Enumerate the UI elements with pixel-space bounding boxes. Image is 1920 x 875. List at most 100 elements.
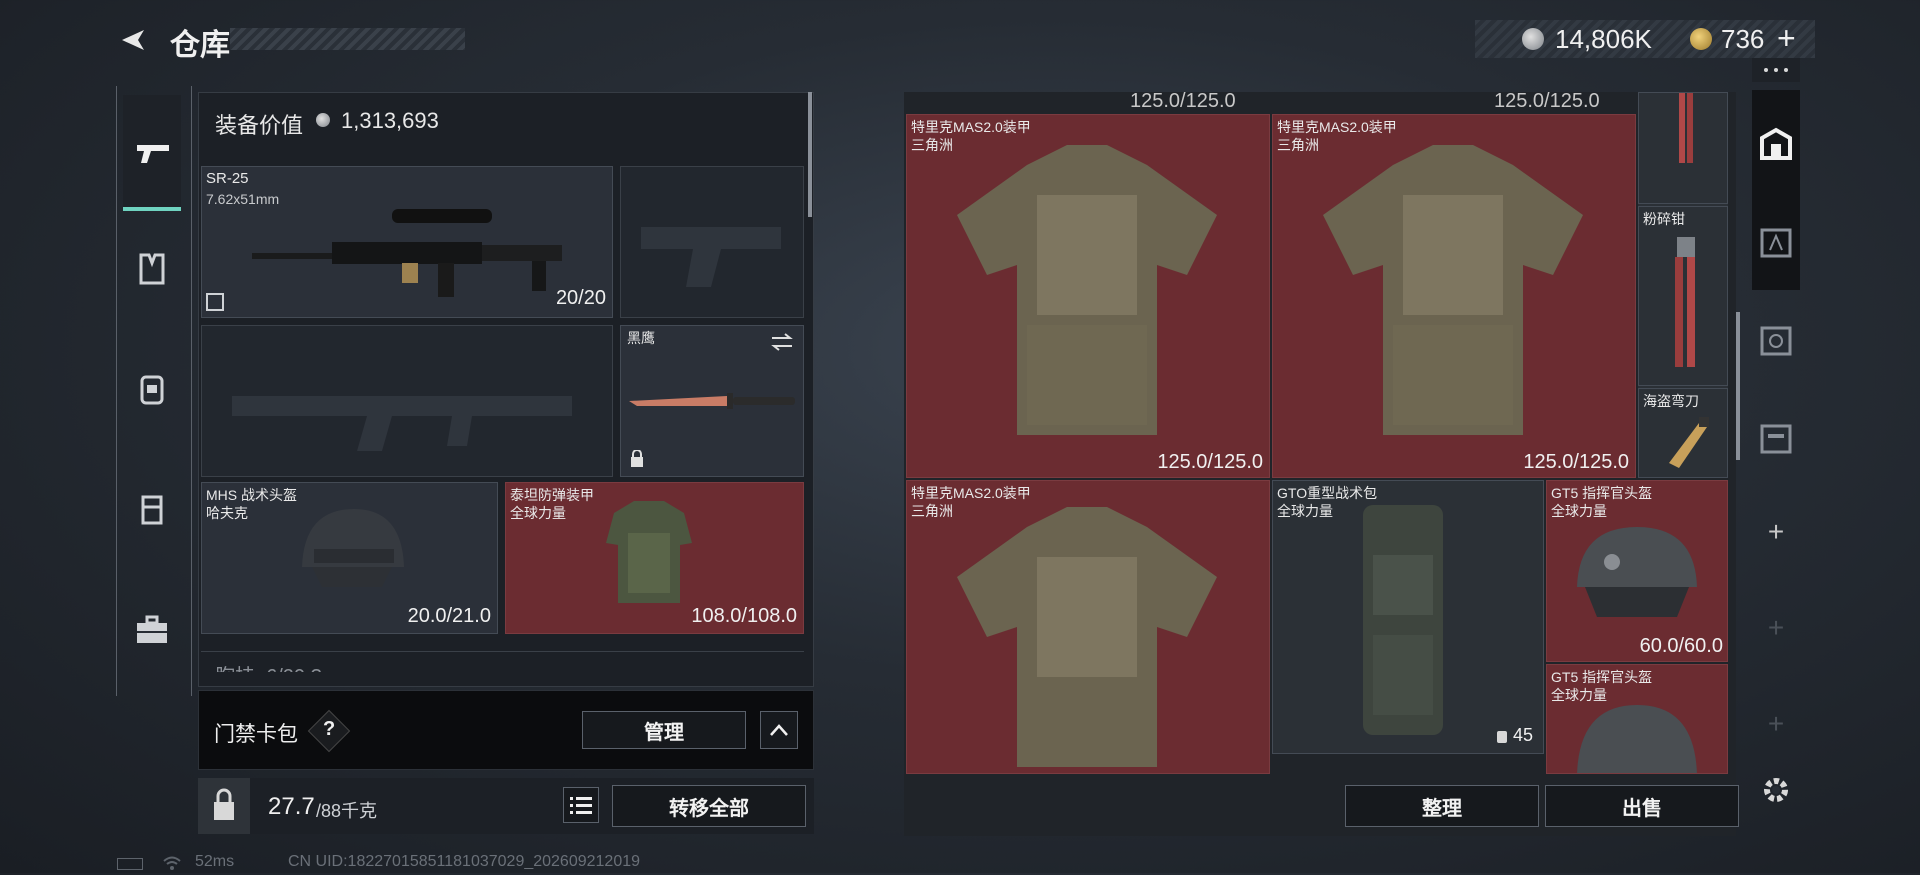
item-name: 海盗弯刀: [1643, 393, 1699, 409]
stash-item-armor-3[interactable]: 特里克MAS2.0装甲 三角洲: [906, 480, 1270, 774]
keycard-label: 门禁卡包: [214, 723, 298, 746]
stash-item-helmet-1[interactable]: GT5 指挥官头盔 全球力量 60.0/60.0: [1546, 480, 1728, 662]
chevron-up-icon: [770, 724, 788, 736]
vest-icon: [139, 253, 165, 285]
pistol-silhouette-icon: [641, 227, 781, 287]
item-brand: 全球力量: [1277, 503, 1333, 519]
back-button[interactable]: [112, 20, 152, 60]
chest-rig-row[interactable]: 胸挂: 6/20 ?: [201, 651, 804, 672]
armor-slot[interactable]: 泰坦防弹装甲 全球力量 108.0/108.0: [505, 482, 804, 634]
backpack-icon: [140, 375, 164, 405]
wifi-icon: [162, 856, 182, 870]
sell-button[interactable]: 出售: [1545, 785, 1739, 827]
storage-1-icon: [1760, 228, 1792, 258]
stash-item-armor-2[interactable]: 特里克MAS2.0装甲 三角洲 125.0/125.0: [1272, 114, 1636, 478]
stash-item-backpack[interactable]: GTO重型战术包 全球力量 45: [1272, 480, 1544, 754]
storage-tab-3[interactable]: [1752, 408, 1800, 468]
item-count: 45: [1513, 725, 1534, 745]
storage-icon: [1760, 127, 1792, 160]
weight-small-icon: [1497, 731, 1507, 743]
backpack-icon: [1363, 505, 1443, 735]
more-dots-icon: [1764, 68, 1788, 72]
lock-icon: [629, 449, 645, 467]
page-title: 仓库: [170, 29, 230, 62]
weapon-name: SR-25: [206, 170, 249, 187]
coin-icon: [1522, 28, 1544, 50]
transfer-all-button[interactable]: 转移全部: [612, 785, 806, 827]
armor-name: 泰坦防弹装甲: [510, 487, 594, 503]
tab-vest[interactable]: [123, 245, 181, 295]
add-currency-button[interactable]: +: [1777, 20, 1796, 57]
settings-button[interactable]: [1752, 768, 1800, 812]
helmet-name: MHS 战术头盔: [206, 487, 297, 503]
rifle-icon: [252, 209, 562, 297]
gold-coin-icon: [1690, 28, 1712, 50]
item-durability: 125.0/125.0: [1523, 451, 1629, 473]
stash-item-crusher[interactable]: 粉碎钳: [1638, 206, 1728, 386]
item-name: 特里克MAS2.0装甲: [1277, 119, 1397, 135]
tab-backpack[interactable]: [123, 365, 181, 415]
gear-icon: [1764, 778, 1788, 802]
item-durability: 60.0/60.0: [1639, 635, 1723, 657]
storage-tab-2[interactable]: [1752, 310, 1800, 370]
weight-current: 27.7: [268, 793, 315, 820]
list-view-button[interactable]: [563, 787, 599, 823]
knife-icon: [629, 393, 795, 409]
melee-slot[interactable]: 黑鹰: [620, 325, 804, 477]
ammo-count: 20/20: [555, 287, 606, 309]
coin-icon: [316, 113, 330, 127]
stash-item-armor-1[interactable]: 特里克MAS2.0装甲 三角洲 125.0/125.0: [906, 114, 1270, 478]
top-durability-1: 125.0/125.0: [1130, 90, 1236, 112]
stash-item-helmet-2[interactable]: GT5 指挥官头盔 全球力量: [1546, 664, 1728, 774]
add-storage-button-disabled: +: [1767, 612, 1785, 643]
tab-pouch[interactable]: [123, 485, 181, 535]
top-durability-2: 125.0/125.0: [1494, 90, 1600, 112]
tab-weapons[interactable]: [123, 95, 181, 211]
pistol-icon: [137, 145, 169, 163]
help-icon: ?: [323, 718, 336, 740]
pistol-slot[interactable]: [620, 166, 804, 318]
more-button[interactable]: [1752, 58, 1800, 82]
helmet-slot[interactable]: MHS 战术头盔 哈夫克 20.0/21.0: [201, 482, 498, 634]
battery-icon: [117, 858, 143, 870]
storage-2-icon: [1760, 326, 1792, 356]
storage-3-icon: [1760, 424, 1792, 454]
expand-button[interactable]: [760, 711, 798, 749]
add-storage-button[interactable]: +: [1752, 510, 1800, 554]
ping-text: 52ms: [195, 853, 235, 870]
item-name: GT5 指挥官头盔: [1551, 485, 1653, 501]
bolt-cutter-icon: [1675, 237, 1695, 367]
pouch-icon: [141, 495, 163, 525]
machete-icon: [1669, 417, 1709, 468]
helmet-icon: [1577, 527, 1697, 617]
armor-vest-icon: [1323, 145, 1583, 435]
helmet-brand: 哈夫克: [206, 505, 248, 521]
storage-tab-1[interactable]: [1752, 212, 1800, 272]
helmet-durability: 20.0/21.0: [407, 605, 491, 627]
manage-button[interactable]: 管理: [582, 711, 746, 749]
tab-case[interactable]: [123, 605, 181, 655]
rifle-silhouette-icon: [232, 396, 572, 451]
weight-lock-button[interactable]: [198, 778, 250, 834]
armor-vest-icon: [957, 507, 1217, 767]
panel-scrollbar[interactable]: [808, 92, 812, 217]
item-durability: 125.0/125.0: [1157, 451, 1263, 473]
equipment-value-label: 装备价值: [215, 113, 304, 138]
weight-lock-icon: [214, 788, 234, 820]
helmet-icon: [302, 509, 404, 587]
stash-item-machete[interactable]: 海盗弯刀: [1638, 388, 1728, 478]
item-name: 粉碎钳: [1643, 211, 1685, 227]
helmet-icon: [1577, 705, 1697, 773]
no-repair-icon: [206, 293, 224, 311]
stash-item-tool-top[interactable]: [1638, 92, 1728, 204]
sort-button[interactable]: 整理: [1345, 785, 1539, 827]
equipment-value: 1,313,693: [341, 108, 439, 133]
item-name: GT5 指挥官头盔: [1551, 669, 1653, 685]
weight-max: /88千克: [316, 801, 378, 821]
title-hatch: [230, 28, 465, 50]
primary-weapon-slot[interactable]: SR-25 7.62x51mm 20/20: [201, 166, 613, 318]
armor-durability: 108.0/108.0: [691, 605, 797, 627]
swap-icon[interactable]: [769, 332, 795, 352]
secondary-weapon-slot[interactable]: [201, 325, 613, 477]
stash-scrollbar[interactable]: [1736, 312, 1740, 460]
